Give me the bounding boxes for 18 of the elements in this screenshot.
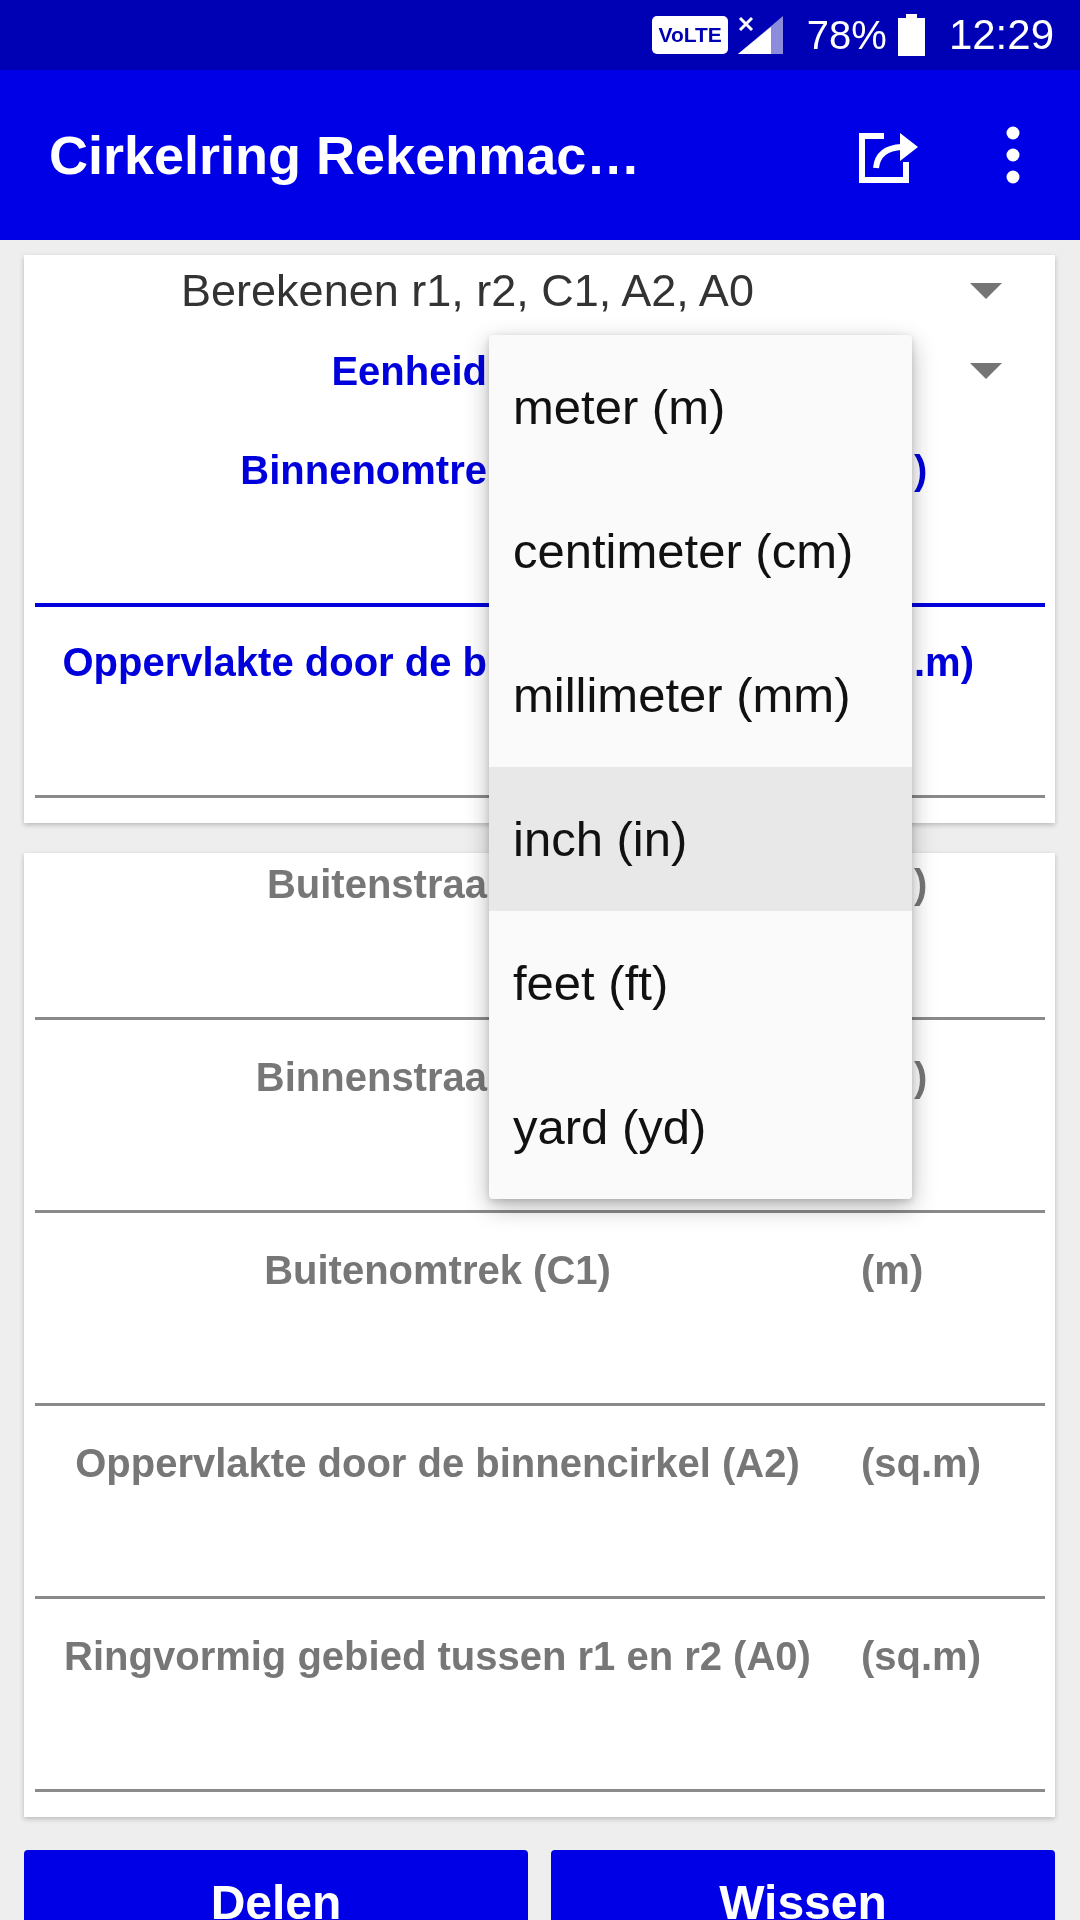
unit-label: .m) [914, 639, 974, 685]
unit-label: (sq.m) [861, 1633, 981, 1679]
field-label: Binnenomtre [240, 447, 487, 493]
battery-level: 78% [806, 15, 887, 55]
field-label: Oppervlakte door de b [62, 639, 487, 685]
unit-label: (m) [861, 1247, 924, 1293]
unit-label: ) [914, 1054, 928, 1100]
clock-time: 12:29 [948, 14, 1054, 56]
unit-label: ) [914, 861, 928, 907]
field-label: Binnenstraa [255, 1054, 487, 1100]
app-title: Cirkelring Rekenmac… [49, 124, 642, 186]
unit-label: (sq.m) [861, 1440, 981, 1486]
field-label: Buitenomtrek (C1) [264, 1247, 611, 1293]
field-label: Ringvormig gebied tussen r1 en r2 (A0) [64, 1633, 811, 1679]
unit-label: ) [914, 447, 928, 493]
network-badge: VoLTE [652, 16, 728, 54]
field-label: Oppervlakte door de binnencirkel (A2) [75, 1440, 800, 1486]
field-label: Buitenstraa [266, 861, 487, 907]
